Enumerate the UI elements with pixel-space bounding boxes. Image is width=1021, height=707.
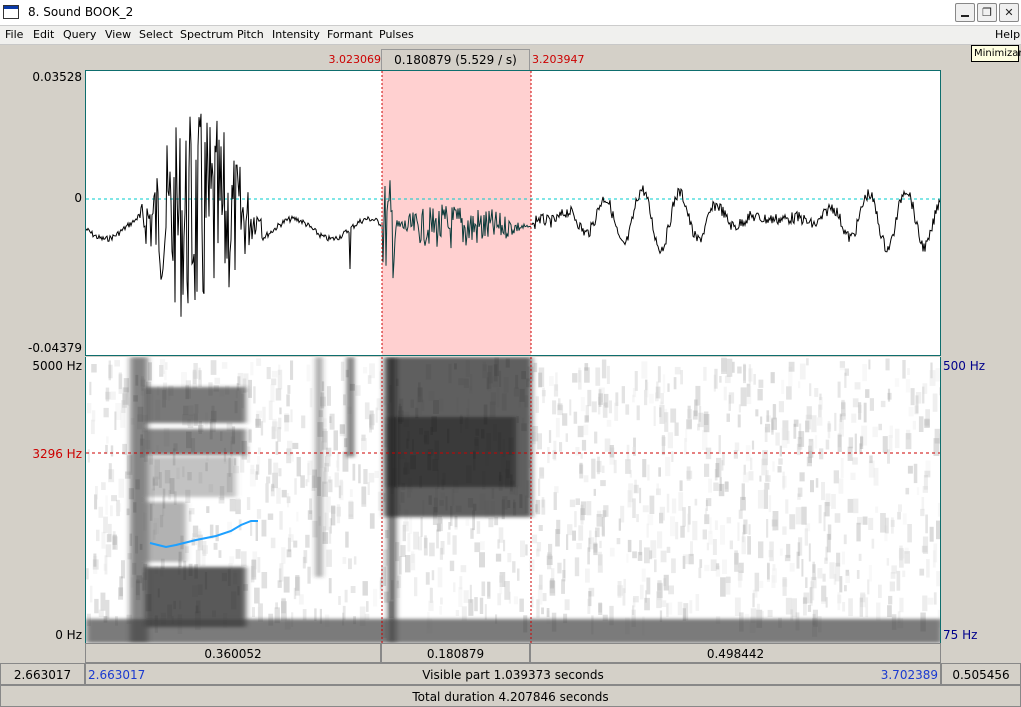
- view-end-label: 3.702389: [880, 668, 938, 682]
- minimize-tooltip: Minimizar: [971, 45, 1021, 62]
- total-duration-button[interactable]: Total duration 4.207846 seconds: [0, 685, 1021, 707]
- menu-help[interactable]: Help: [995, 28, 1020, 41]
- spectrogram-cursor-frequency-label: 3296 Hz: [32, 447, 82, 461]
- menu-spectrum[interactable]: Spectrum: [180, 28, 233, 41]
- menu-intensity[interactable]: Intensity: [272, 28, 320, 41]
- close-button[interactable]: ✕: [999, 3, 1019, 22]
- minimize-button[interactable]: [955, 3, 975, 22]
- selection-end-label: 3.203947: [532, 53, 585, 66]
- pitch-max-label: 500 Hz: [943, 359, 986, 373]
- menu-select[interactable]: Select: [139, 28, 173, 41]
- segment-left-button[interactable]: 0.360052: [85, 643, 381, 663]
- minimize-icon: [961, 15, 969, 17]
- visible-part-bar: 2.663017 2.663017 Visible part 1.039373 …: [0, 663, 1021, 685]
- menu-edit[interactable]: Edit: [33, 28, 54, 41]
- waveform-zero-label: 0: [74, 191, 82, 205]
- menu-pitch[interactable]: Pitch: [237, 28, 264, 41]
- spectrogram-ymax-label: 5000 Hz: [32, 359, 82, 373]
- waveform-ymax-label: 0.03528: [32, 70, 82, 84]
- waveform-ymin-label: -0.04379: [28, 341, 82, 355]
- waveform-panel[interactable]: [85, 70, 941, 356]
- restore-icon: ❐: [982, 6, 992, 19]
- close-icon: ✕: [1004, 6, 1014, 19]
- window-remaining-button[interactable]: 0.505456: [941, 663, 1021, 685]
- spectrogram-panel[interactable]: [85, 357, 941, 643]
- pitch-min-label: 75 Hz: [943, 628, 978, 642]
- menu-file[interactable]: File: [5, 28, 23, 41]
- selection-duration-label[interactable]: 0.180879 (5.529 / s): [381, 49, 530, 70]
- window-app-icon[interactable]: [3, 5, 19, 19]
- visible-part-label: Visible part 1.039373 seconds: [422, 668, 604, 682]
- selection-start-label: 3.023069: [328, 53, 382, 66]
- menu-pulses[interactable]: Pulses: [379, 28, 414, 41]
- spectrogram-ymin-label: 0 Hz: [55, 628, 82, 642]
- menu-bar: File Edit Query View Select Spectrum Pit…: [0, 26, 1021, 45]
- segment-right-button[interactable]: 0.498442: [530, 643, 941, 663]
- menu-view[interactable]: View: [105, 28, 131, 41]
- title-bar: 8. Sound BOOK_2 ❐ ✕: [0, 0, 1021, 26]
- restore-button[interactable]: ❐: [977, 3, 997, 22]
- window-start-button[interactable]: 2.663017: [0, 663, 85, 685]
- visible-part-button[interactable]: 2.663017 Visible part 1.039373 seconds 3…: [85, 663, 941, 685]
- window-title: 8. Sound BOOK_2: [28, 5, 134, 19]
- menu-query[interactable]: Query: [63, 28, 96, 41]
- segment-duration-bar: 0.360052 0.180879 0.498442: [85, 643, 941, 663]
- segment-selection-button[interactable]: 0.180879: [381, 643, 530, 663]
- menu-formant[interactable]: Formant: [327, 28, 373, 41]
